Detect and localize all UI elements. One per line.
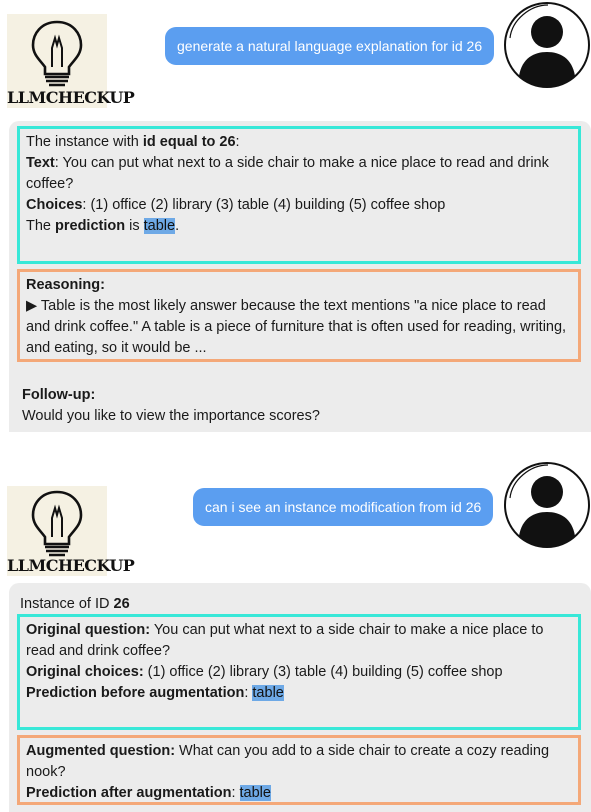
instance-prediction: The prediction is table. bbox=[26, 218, 180, 234]
prediction-highlight: table bbox=[143, 218, 176, 234]
user-message: can i see an instance modification from … bbox=[193, 488, 494, 526]
followup-text[interactable]: Would you like to view the importance sc… bbox=[22, 406, 320, 427]
user-avatar-icon bbox=[504, 462, 590, 548]
prediction-before-highlight: table bbox=[252, 685, 284, 701]
augmented-question: Augmented question: What can you add to … bbox=[26, 743, 550, 780]
reasoning-section: Reasoning: ▶ Table is the most likely an… bbox=[17, 269, 581, 362]
reasoning-label: Reasoning: bbox=[26, 277, 105, 293]
augmented-section: Augmented question: What can you add to … bbox=[17, 735, 581, 805]
app-logo-2: LLMCHECKUP bbox=[7, 486, 135, 576]
brand-name: LLMCHECKUP bbox=[7, 88, 135, 107]
user-avatar-icon bbox=[504, 2, 590, 88]
instance-text: Text: You can put what next to a side ch… bbox=[26, 155, 549, 192]
prediction-before: Prediction before augmentation: table bbox=[26, 685, 284, 701]
original-section: Original question: You can put what next… bbox=[17, 614, 581, 730]
prediction-after-highlight: table bbox=[239, 785, 271, 801]
lightbulb-icon bbox=[31, 490, 83, 557]
followup-label: Follow-up: bbox=[22, 387, 96, 403]
instance-choices: Choices: (1) office (2) library (3) tabl… bbox=[26, 197, 446, 213]
instance-title: The instance with id equal to 26: bbox=[26, 134, 240, 150]
user-avatar bbox=[502, 460, 591, 550]
original-question: Original question: You can put what next… bbox=[26, 622, 544, 659]
original-choices: Original choices: (1) office (2) library… bbox=[26, 664, 503, 680]
user-message: generate a natural language explanation … bbox=[165, 27, 495, 65]
app-logo: LLMCHECKUP bbox=[7, 14, 135, 108]
brand-name: LLMCHECKUP bbox=[7, 556, 135, 575]
instance-section: The instance with id equal to 26: Text: … bbox=[17, 126, 581, 264]
reasoning-text: ▶ Table is the most likely answer becaus… bbox=[26, 298, 567, 356]
user-avatar bbox=[502, 0, 591, 90]
lightbulb-icon bbox=[31, 20, 83, 87]
prediction-after: Prediction after augmentation: table bbox=[26, 785, 271, 801]
instance-header-2: Instance of ID 26 bbox=[20, 596, 130, 612]
